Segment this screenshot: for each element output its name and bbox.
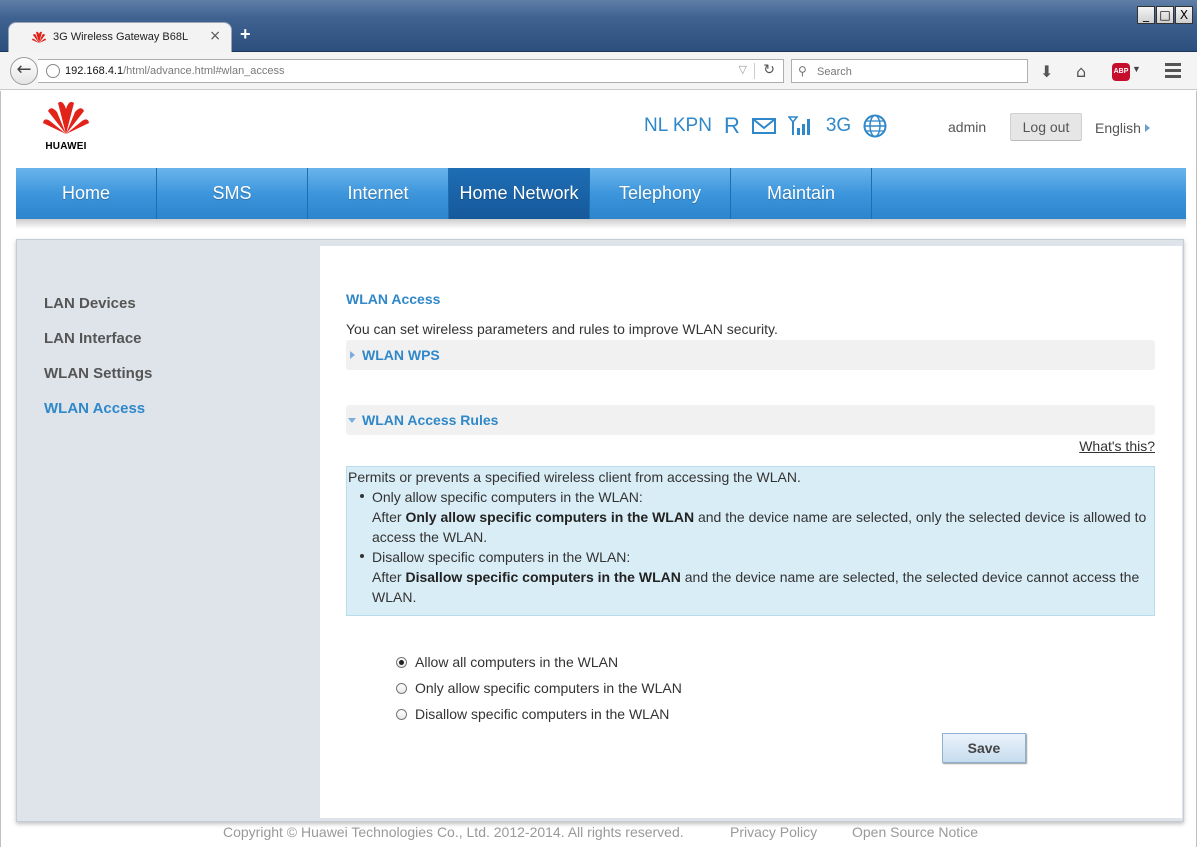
bullet [360,494,364,498]
radio-only-allow[interactable]: Only allow specific computers in the WLA… [396,680,682,696]
close-window-button[interactable]: X [1175,6,1193,24]
search-icon: ⚲ [798,64,807,78]
roaming-indicator: R [723,113,740,138]
radio-button[interactable] [396,682,407,694]
main-navigation: Home SMS Internet Home Network Telephony… [16,168,1186,219]
nav-home-network[interactable]: Home Network [449,168,590,219]
url-history-dropdown-icon[interactable]: ▽ [739,63,747,76]
browser-tab[interactable]: 3G Wireless Gateway B68L × [8,22,232,52]
logout-button[interactable]: Log out [1010,113,1082,141]
help-box: Permits or prevents a specified wireless… [346,466,1155,616]
minimize-button[interactable]: _ [1137,6,1155,24]
language-selector[interactable]: English [1095,120,1141,136]
section-rules-label: WLAN Access Rules [362,412,499,428]
expand-arrow-icon [350,351,355,359]
sidebar-item-wlan-settings[interactable]: WLAN Settings [44,365,152,382]
nav-telephony[interactable]: Telephony [590,168,731,219]
nav-sms[interactable]: SMS [157,168,308,219]
reload-icon[interactable]: ↻ [763,62,775,78]
help-item1-text: After Only allow specific computers in t… [372,509,1147,545]
huawei-logo: HUAWEI [41,99,91,152]
window-controls: _ □ X [1137,6,1193,24]
globe-icon [46,64,60,78]
chevron-right-icon[interactable] [1145,124,1150,132]
network-type: 3G [825,115,852,136]
bullet [360,554,364,558]
browser-toolbar: ← 192.168.4.1/html/advance.html#wlan_acc… [0,52,1197,90]
section-wlan-wps[interactable]: WLAN WPS [346,340,1155,370]
help-item2-text: After Disallow specific computers in the… [372,569,1140,605]
sidebar-item-lan-interface[interactable]: LAN Interface [44,330,142,347]
huawei-favicon-icon [32,31,46,43]
footer: Copyright © Huawei Technologies Co., Ltd… [1,824,1196,846]
save-button[interactable]: Save [942,733,1026,763]
privacy-policy-link[interactable]: Privacy Policy [730,824,817,840]
tab-close-icon[interactable]: × [209,28,221,44]
section-wlan-access-rules[interactable]: WLAN Access Rules [346,405,1155,435]
signal-strength-icon [787,116,810,135]
globe-internet-icon [863,114,887,138]
url-separator [754,63,755,79]
main-content: WLAN Access You can set wireless paramet… [320,246,1182,818]
help-item1-title: Only allow specific computers in the WLA… [372,489,643,505]
section-wps-label: WLAN WPS [362,347,440,363]
whats-this-link[interactable]: What's this? [1079,438,1155,454]
download-icon[interactable]: ⬇ [1040,62,1053,81]
page-title: WLAN Access [346,291,441,307]
radio-label: Allow all computers in the WLAN [415,654,619,670]
radio-label: Only allow specific computers in the WLA… [415,680,682,696]
nav-maintain[interactable]: Maintain [731,168,872,219]
collapse-arrow-icon [348,418,356,423]
page-description: You can set wireless parameters and rule… [346,321,778,337]
open-source-notice-link[interactable]: Open Source Notice [852,824,978,840]
status-indicators: NL KPN R 3G [644,111,887,141]
new-tab-button[interactable]: + [240,24,251,45]
radio-disallow[interactable]: Disallow specific computers in the WLAN [396,706,669,722]
nav-home[interactable]: Home [16,168,157,219]
operator-name: NL KPN [644,115,712,136]
help-item2-title: Disallow specific computers in the WLAN: [372,549,631,565]
sidebar-item-lan-devices[interactable]: LAN Devices [44,295,136,312]
nav-internet[interactable]: Internet [308,168,449,219]
browser-titlebar: _ □ X 3G Wireless Gateway B68L × + [0,0,1197,52]
radio-button[interactable] [396,708,407,720]
radio-allow-all[interactable]: Allow all computers in the WLAN [396,654,618,670]
adblock-dropdown-icon[interactable]: ▼ [1132,64,1141,74]
radio-label: Disallow specific computers in the WLAN [415,706,670,722]
nav-shadow [16,219,1186,229]
username-label: admin [948,119,987,135]
help-intro: Permits or prevents a specified wireless… [348,469,801,485]
sidebar-item-wlan-access[interactable]: WLAN Access [44,400,145,417]
home-icon[interactable]: ⌂ [1076,62,1086,81]
radio-button[interactable] [396,656,407,668]
menu-icon[interactable] [1165,63,1181,81]
sidebar: LAN Devices LAN Interface WLAN Settings … [17,240,320,821]
envelope-icon[interactable] [751,117,776,135]
adblock-icon[interactable]: ABP [1112,63,1130,81]
copyright-text: Copyright © Huawei Technologies Co., Ltd… [223,824,684,840]
back-button[interactable]: ← [10,57,38,85]
router-page: HUAWEI NL KPN R 3G admin Log out English… [0,91,1197,847]
search-placeholder: Search [817,66,852,78]
url-text: 192.168.4.1/html/advance.html#wlan_acces… [65,65,285,77]
content-panel: LAN Devices LAN Interface WLAN Settings … [16,239,1184,822]
huawei-logo-icon [43,101,89,134]
tab-title: 3G Wireless Gateway B68L [53,31,189,43]
search-input[interactable]: ⚲ Search [791,59,1028,83]
address-bar[interactable]: 192.168.4.1/html/advance.html#wlan_acces… [38,59,784,83]
maximize-button[interactable]: □ [1156,6,1174,24]
logo-text: HUAWEI [45,141,87,152]
